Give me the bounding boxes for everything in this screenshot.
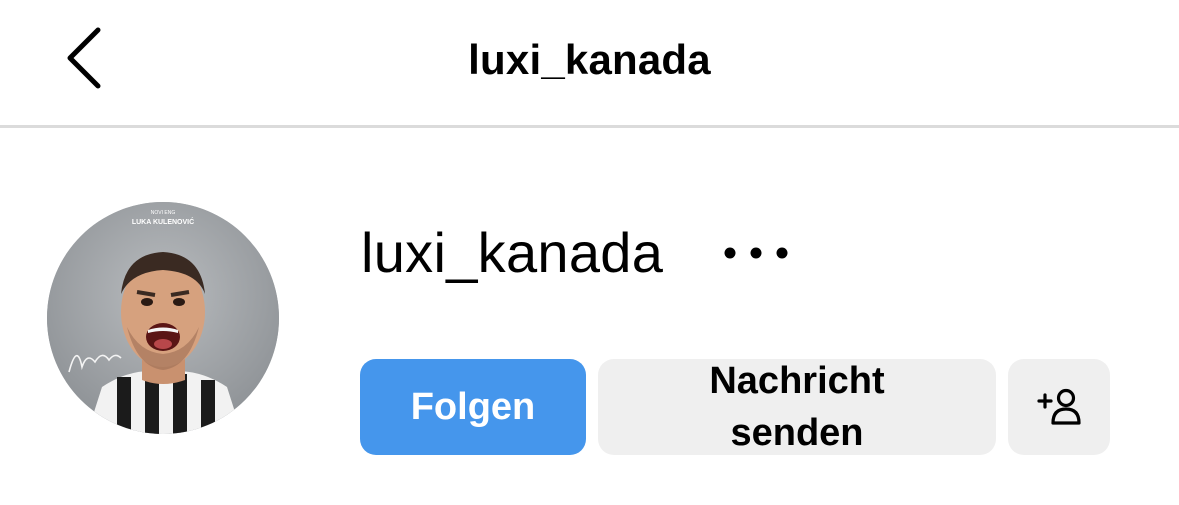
follow-button-label: Folgen (410, 385, 536, 428)
svg-text:NOVI ENG: NOVI ENG (151, 210, 176, 216)
page-title: luxi_kanada (468, 36, 711, 83)
message-button-label-line1: Nachricht (709, 360, 885, 402)
follow-button[interactable]: Folgen (360, 359, 586, 455)
more-options-button[interactable] (722, 240, 792, 266)
more-dots-icon (724, 247, 788, 259)
top-navigation-bar: luxi_kanada (0, 0, 1179, 128)
send-message-button[interactable]: Nachricht senden (598, 359, 996, 455)
add-user-button[interactable] (1008, 359, 1110, 455)
profile-username: luxi_kanada (361, 221, 664, 284)
add-user-icon (1037, 388, 1081, 425)
message-button-label-line2: senden (730, 412, 864, 454)
avatar[interactable]: NOVI ENG LUKA KULENOVIĆ (47, 202, 279, 434)
svg-text:LUKA KULENOVIĆ: LUKA KULENOVIĆ (132, 217, 194, 226)
